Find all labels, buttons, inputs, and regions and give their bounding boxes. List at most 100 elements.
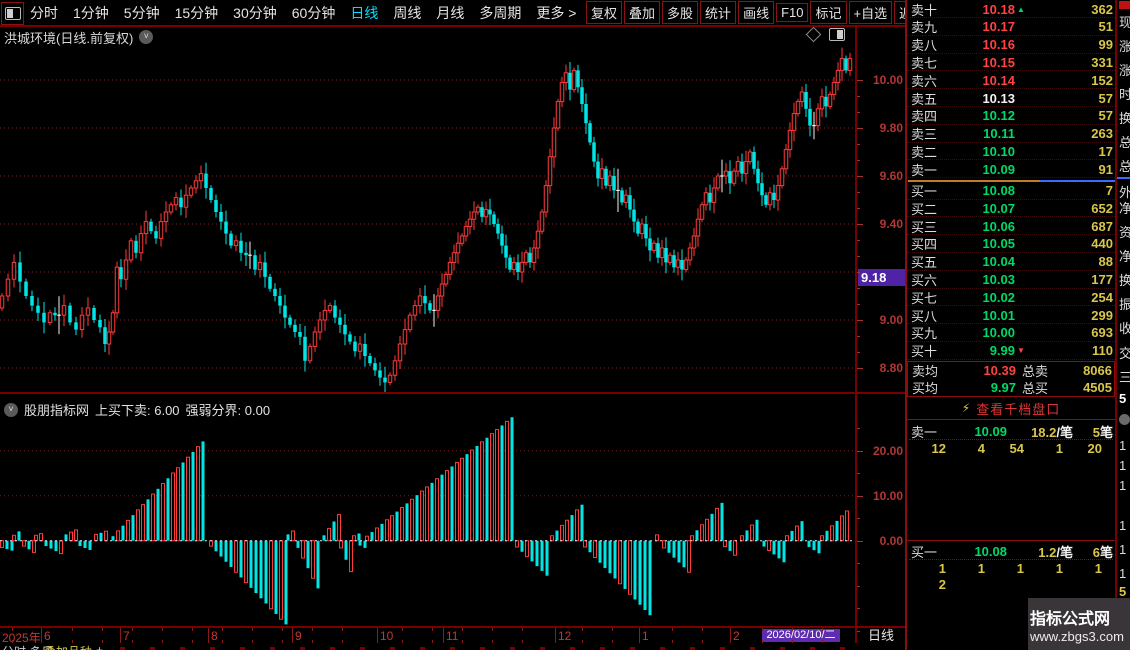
minor-tick [252, 628, 253, 631]
candlestick-chart[interactable] [0, 27, 855, 393]
clipped-label: 净 [1119, 198, 1130, 217]
avg-value: 9.97 [990, 379, 1016, 395]
sell-level-row[interactable]: 卖四 10.12 57 [907, 108, 1115, 125]
tool-button-7[interactable]: +自选 [848, 1, 893, 24]
minor-tick [492, 628, 493, 631]
timeframe-tab-6[interactable]: 日线 [350, 3, 378, 23]
minor-tick [822, 628, 823, 631]
level-volume: 693 [1091, 325, 1113, 341]
timeframe-tab-4[interactable]: 30分钟 [233, 3, 277, 23]
detail-price: 10.08 [974, 543, 1007, 559]
layout-toggle-button[interactable] [1, 2, 24, 25]
queue-value: 1 [1016, 561, 1024, 576]
buy-level-row[interactable]: 买一 10.08 7 [907, 183, 1115, 200]
axis-minor-tick [857, 585, 860, 587]
timeframe-tab-10[interactable]: 更多 > [536, 3, 576, 23]
level-volume: 152 [1091, 72, 1113, 88]
minor-tick [222, 628, 223, 631]
level-price: 10.05 [982, 236, 1015, 252]
clipped-text: + [96, 643, 104, 650]
clipped-label: 交 [1119, 343, 1130, 362]
tool-button-6[interactable]: 标记 [810, 1, 847, 24]
current-date-label: 2026/02/10/二 [762, 629, 840, 642]
buy-level-row[interactable]: 买二 10.07 652 [907, 200, 1115, 218]
view-thousand-levels-button[interactable]: ⚡ 查看千档盘口 [907, 397, 1115, 420]
level-price: 10.04 [982, 254, 1015, 270]
buy-level-row[interactable]: 买四 10.05 440 [907, 236, 1115, 253]
indicator-axis-label: 0.00 [879, 533, 903, 548]
indicator-histogram[interactable] [0, 394, 855, 626]
timeframe-tab-3[interactable]: 15分钟 [175, 3, 219, 23]
buy1-detail-queue-2: 2 [907, 577, 1113, 592]
timeframe-tab-7[interactable]: 周线 [393, 3, 421, 23]
sell-level-row[interactable]: 卖八 10.16 99 [907, 37, 1115, 54]
sell-level-row[interactable]: 卖六 10.14 152 [907, 72, 1115, 90]
tool-button-2[interactable]: 多股 [662, 1, 699, 24]
month-tick [377, 628, 378, 643]
sell-level-row[interactable]: 卖十 10.18 ▲ 362 [907, 1, 1115, 18]
level-volume: 7 [1105, 183, 1113, 198]
current-price-tag: 9.18 [858, 268, 907, 286]
clipped-label: 5 [1119, 391, 1127, 406]
sell-level-row[interactable]: 卖二 10.10 17 [907, 143, 1115, 161]
tool-button-0[interactable]: 复权 [586, 1, 623, 24]
clipped-label: 换 [1119, 108, 1130, 127]
level-price: 10.16 [982, 37, 1015, 53]
clipped-label: 净 [1119, 246, 1130, 265]
lightning-icon: ⚡ [961, 401, 971, 415]
level-label: 买四 [911, 237, 938, 253]
tool-button-5[interactable]: F10 [776, 3, 809, 22]
level-price: 10.15 [982, 54, 1015, 70]
tool-button-3[interactable]: 统计 [700, 1, 737, 24]
buy-level-row[interactable]: 买五 10.04 88 [907, 254, 1115, 271]
watermark-url: www.zbgs3.com [1030, 628, 1124, 644]
sell-level-row[interactable]: 卖九 10.17 51 [907, 19, 1115, 36]
timeframe-tab-8[interactable]: 月线 [436, 3, 464, 23]
clipped-label: 1 [1119, 478, 1127, 493]
level-label: 买三 [911, 219, 938, 235]
clipped-label: 涨 [1119, 60, 1130, 79]
timeframe-tab-9[interactable]: 多周期 [479, 3, 521, 23]
clipped-right-panel: 现涨涨时换总总外净资净换振收交三51111115 [1115, 0, 1130, 650]
timeframe-menu: 分时 1分钟 5分钟 15分钟 30分钟 60分钟 日线 周线 月线 多周期 更多 > [30, 0, 576, 25]
buy-level-row[interactable]: 买七 10.02 254 [907, 289, 1115, 307]
level-price: 10.09 [982, 161, 1015, 177]
clipped-label: 总 [1119, 132, 1130, 151]
queue-value: 54 [1009, 441, 1024, 456]
level-label: 卖九 [911, 20, 938, 36]
minor-tick [522, 628, 523, 631]
clipped-ratio-line [1117, 177, 1130, 179]
timeframe-tab-0[interactable]: 分时 [30, 3, 58, 23]
buy-level-row[interactable]: 买八 10.01 299 [907, 307, 1115, 325]
timeframe-tab-2[interactable]: 5分钟 [124, 3, 160, 23]
tool-button-1[interactable]: 叠加 [624, 1, 661, 24]
buy-level-row[interactable]: 买六 10.03 177 [907, 272, 1115, 289]
sell-level-row[interactable]: 卖五 10.13 57 [907, 90, 1115, 107]
app-window: 分时 1分钟 5分钟 15分钟 30分钟 60分钟 日线 周线 月线 多周期 更多 > 复权 叠加 多股… [0, 0, 1130, 650]
timeframe-tab-1[interactable]: 1分钟 [73, 3, 109, 23]
queue-value: 20 [1087, 441, 1102, 456]
queue-value: 1 [1094, 561, 1102, 576]
axis-minor-tick [857, 352, 860, 354]
sell-level-row[interactable]: 卖一 10.09 91 [907, 161, 1115, 179]
level-volume: 110 [1092, 343, 1113, 359]
sell-level-row[interactable]: 卖七 10.15 331 [907, 54, 1115, 72]
level-label: 卖六 [911, 73, 938, 89]
clipped-label: 换 [1119, 270, 1130, 289]
minor-tick [702, 628, 703, 631]
axis-minor-tick [857, 428, 860, 430]
buy-level-row[interactable]: 买九 10.00 693 [907, 325, 1115, 342]
sell-level-row[interactable]: 卖三 10.11 263 [907, 126, 1115, 143]
buy-level-row[interactable]: 买三 10.06 687 [907, 218, 1115, 236]
level-label: 卖三 [911, 127, 938, 143]
buy-level-row[interactable]: 买十 9.99 ▼ 110 [907, 343, 1115, 360]
tool-button-4[interactable]: 画线 [738, 1, 775, 24]
axis-minor-tick [857, 495, 860, 497]
level-price: 10.03 [982, 272, 1015, 287]
timeframe-tab-5[interactable]: 60分钟 [292, 3, 336, 23]
indicator-name: 股朋指标网 [24, 403, 90, 418]
clipped-label: 5 [1119, 584, 1127, 599]
tool-menu: 复权叠加多股统计画线F10标记+自选返回 [586, 0, 931, 25]
month-label: 1 [642, 629, 649, 643]
chevron-down-icon[interactable]: ˅ [4, 402, 18, 417]
